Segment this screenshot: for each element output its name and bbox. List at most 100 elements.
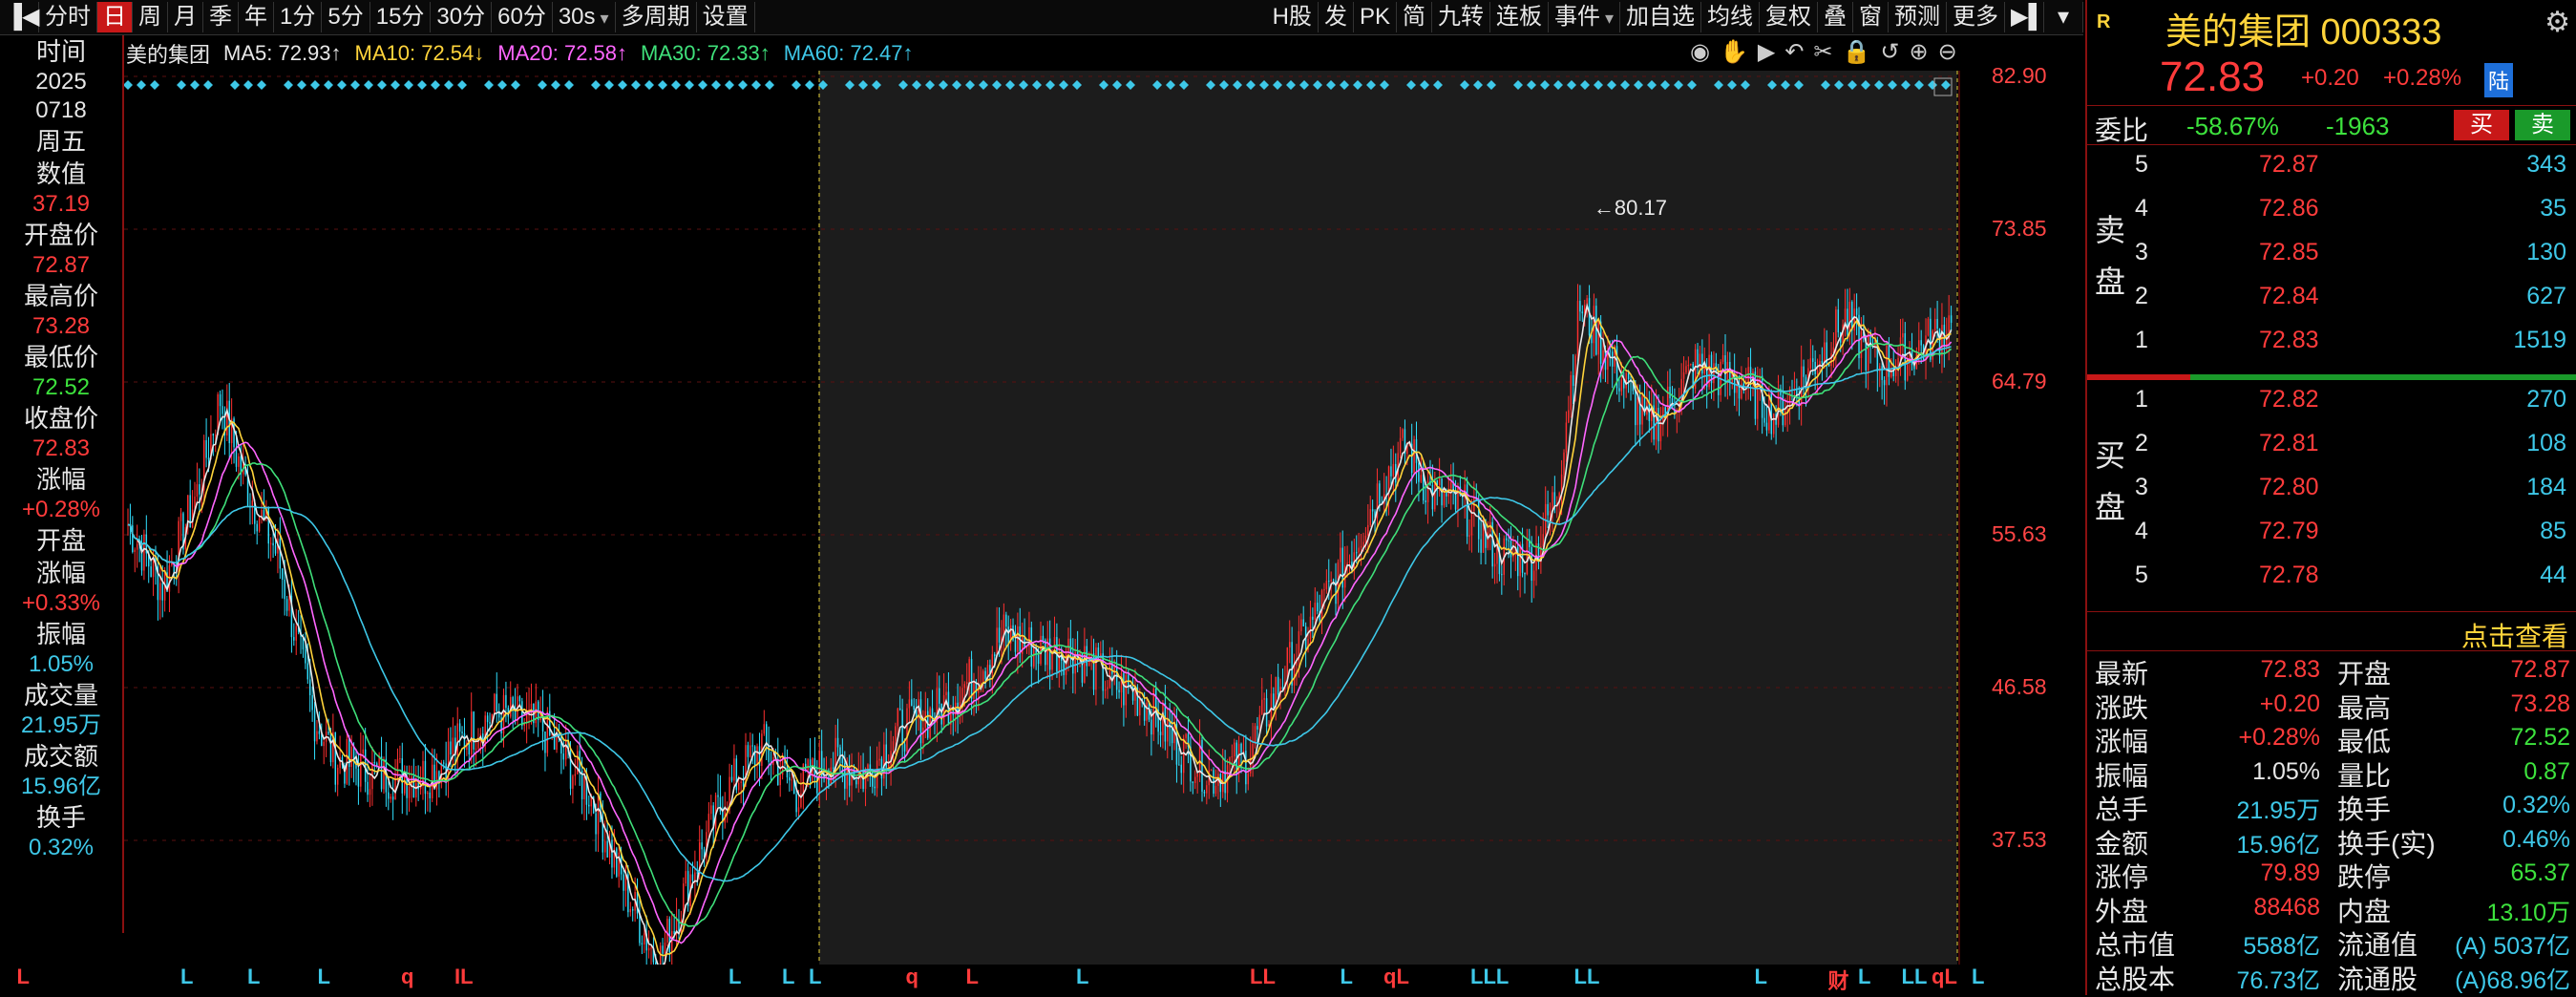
event-marker[interactable]: L xyxy=(1076,965,1088,989)
event-marker[interactable]: q xyxy=(906,965,918,989)
candle-body xyxy=(1434,480,1436,510)
zoom-out-icon[interactable]: ⊖ xyxy=(1938,38,1957,66)
candle-body xyxy=(316,731,318,742)
event-marker[interactable]: L xyxy=(247,965,260,989)
period-tab[interactable]: 年 xyxy=(239,2,274,32)
event-marker[interactable]: L xyxy=(17,965,30,989)
period-tab[interactable]: 日 xyxy=(97,2,133,32)
period-tab[interactable]: 1分 xyxy=(274,2,323,32)
zoom-in-icon[interactable]: ⊕ xyxy=(1910,38,1929,66)
tool-tab[interactable]: 叠 xyxy=(1818,2,1853,32)
tool-tab[interactable]: 连板 xyxy=(1490,2,1549,32)
stock-title[interactable]: 美的集团 000333 xyxy=(2165,2,2441,54)
event-marker[interactable]: LL xyxy=(1902,965,1928,989)
eye-icon[interactable]: ◉ xyxy=(1690,38,1710,66)
candle-body xyxy=(742,781,745,787)
candle-body xyxy=(1005,614,1007,627)
bid-row[interactable]: 4 72.79 85 xyxy=(2125,518,2574,556)
period-tab[interactable]: 60分 xyxy=(492,2,553,32)
period-tab[interactable]: 设置 xyxy=(697,2,755,32)
exit-icon[interactable]: ▶▌ xyxy=(2005,2,2044,32)
tool-tab[interactable]: 九转 xyxy=(1432,2,1490,32)
scissors-icon[interactable]: ✂ xyxy=(1813,38,1832,66)
info-value: 1.05% xyxy=(28,651,95,677)
tool-tab[interactable]: 预测 xyxy=(1889,2,1947,32)
candle-body xyxy=(452,737,454,755)
chevron-down-icon[interactable]: ▾ xyxy=(2044,2,2083,32)
play-icon[interactable]: ▶ xyxy=(1758,38,1775,66)
candle-body xyxy=(362,749,364,754)
event-marker[interactable]: q xyxy=(401,965,413,989)
ask-row[interactable]: 1 72.83 1519 xyxy=(2125,327,2574,365)
candle-body xyxy=(1113,666,1115,674)
kline-chart[interactable]: ←80.17←31.09 xyxy=(124,71,1992,965)
ask-row[interactable]: 4 72.86 35 xyxy=(2125,195,2574,233)
period-tab[interactable]: 15分 xyxy=(370,2,432,32)
stock-name-label[interactable]: 美的集团 xyxy=(126,38,210,69)
event-marker[interactable]: L xyxy=(180,965,193,989)
info-value: 72.52 xyxy=(32,374,91,400)
stat-value: 21.95万 xyxy=(2236,797,2320,824)
candle-body xyxy=(367,781,369,795)
event-marker[interactable]: L xyxy=(782,965,794,989)
bid-row[interactable]: 3 72.80 184 xyxy=(2125,474,2574,512)
undo-icon[interactable]: ↶ xyxy=(1784,38,1804,66)
tool-tab[interactable]: 简 xyxy=(1397,2,1432,32)
tool-tab[interactable]: 更多 xyxy=(1947,2,2005,32)
tool-tab[interactable]: 复权 xyxy=(1760,2,1818,32)
event-marker[interactable]: L xyxy=(1858,965,1870,989)
gear-icon[interactable]: ⚙ xyxy=(2544,6,2570,39)
lock-icon[interactable]: 🔒 xyxy=(1843,38,1871,66)
event-marker[interactable]: L xyxy=(318,965,330,989)
tool-tab[interactable]: 发 xyxy=(1319,2,1354,32)
tool-tab[interactable]: 事件 xyxy=(1549,2,1620,32)
buy-button[interactable]: 买 xyxy=(2454,110,2509,140)
tool-tab[interactable]: 均线 xyxy=(1701,2,1760,32)
sell-button[interactable]: 卖 xyxy=(2515,110,2570,140)
bid-row[interactable]: 5 72.78 44 xyxy=(2125,562,2574,600)
period-tab[interactable]: 多周期 xyxy=(616,2,697,32)
tool-tab[interactable]: 窗 xyxy=(1853,2,1889,32)
event-marker[interactable]: L xyxy=(728,965,741,989)
tool-tab[interactable]: H股 xyxy=(1267,2,1319,32)
tool-tab[interactable]: PK xyxy=(1354,2,1397,32)
period-tab[interactable]: 分时 xyxy=(39,2,97,32)
ask-row[interactable]: 2 72.84 627 xyxy=(2125,283,2574,321)
stat-value: 73.28 xyxy=(2510,689,2570,717)
period-tab[interactable]: 季 xyxy=(203,2,239,32)
bid-row[interactable]: 1 72.82 270 xyxy=(2125,386,2574,424)
click-view-link[interactable]: 点击查看 xyxy=(2461,616,2568,654)
event-marker[interactable]: LL xyxy=(1250,965,1276,989)
candle-body xyxy=(399,758,401,760)
event-marker[interactable]: L xyxy=(1972,965,1984,989)
period-tab[interactable]: 30分 xyxy=(431,2,493,32)
level-price: 72.87 xyxy=(2259,151,2319,178)
event-marker[interactable]: qL xyxy=(1932,965,1957,989)
candle-body xyxy=(572,775,574,789)
event-marker[interactable]: L xyxy=(809,965,821,989)
restore-icon[interactable]: ↺ xyxy=(1880,38,1899,66)
period-tab[interactable]: 周 xyxy=(133,2,168,32)
stat-row: 总手 21.95万 换手 0.32% xyxy=(2087,789,2576,824)
event-marker[interactable]: IL xyxy=(454,965,474,989)
period-tab[interactable]: 月 xyxy=(168,2,203,32)
panel-toggle-icon[interactable]: ▐◀ xyxy=(0,2,39,32)
click-view-row[interactable]: 点击查看 xyxy=(2087,611,2576,651)
tool-tab[interactable]: 加自选 xyxy=(1620,2,1701,32)
event-marker[interactable]: L xyxy=(1341,965,1353,989)
stat-row: 最新 72.83 开盘 72.87 xyxy=(2087,653,2576,689)
bid-row[interactable]: 2 72.81 108 xyxy=(2125,430,2574,468)
event-marker[interactable]: 财 xyxy=(1828,965,1849,995)
ask-row[interactable]: 3 72.85 130 xyxy=(2125,239,2574,277)
event-marker[interactable]: LL xyxy=(1574,965,1600,989)
event-marker[interactable]: LLL xyxy=(1470,965,1509,989)
hand-icon[interactable]: ✋ xyxy=(1720,38,1748,66)
candle-body xyxy=(1803,366,1805,377)
event-marker[interactable]: L xyxy=(966,965,979,989)
event-marker[interactable]: L xyxy=(1755,965,1767,989)
event-marker[interactable]: qL xyxy=(1383,965,1409,989)
ask-row[interactable]: 5 72.87 343 xyxy=(2125,151,2574,189)
candle-body xyxy=(1457,486,1459,510)
period-tab[interactable]: 5分 xyxy=(322,2,370,32)
period-tab[interactable]: 30s xyxy=(553,2,616,32)
